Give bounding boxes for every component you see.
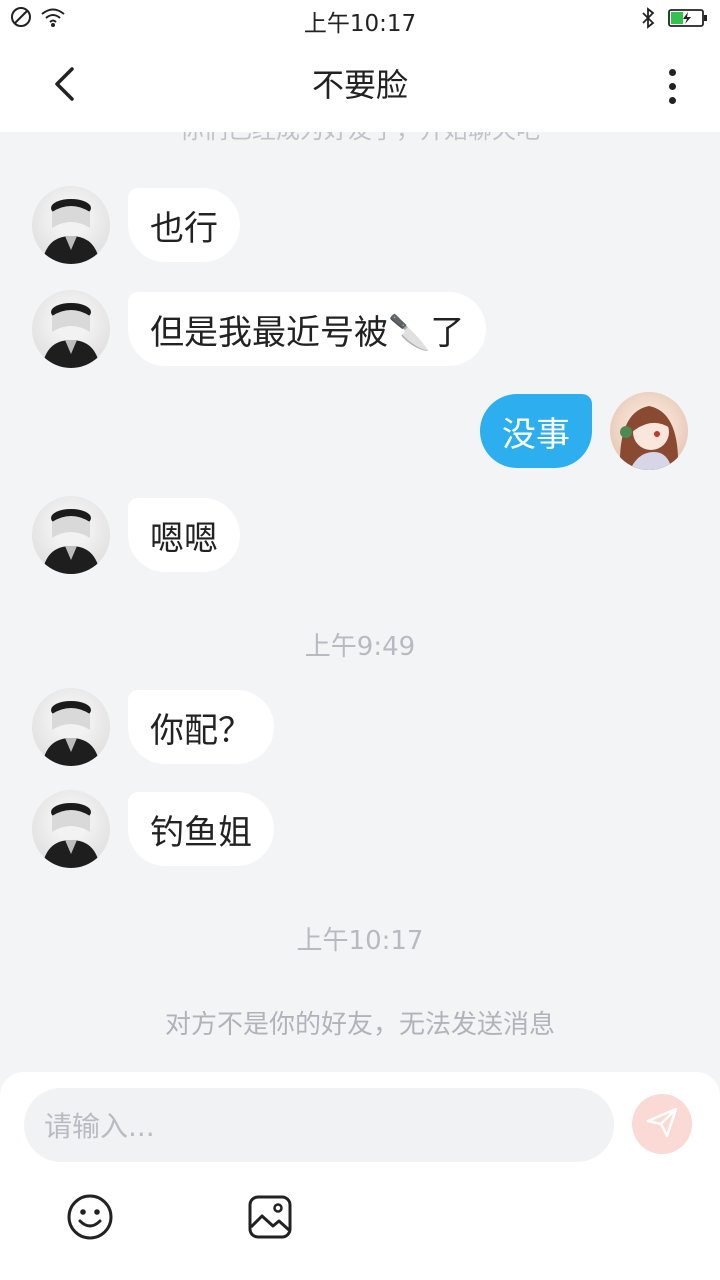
message-row: 嗯嗯 xyxy=(32,496,254,574)
more-dot xyxy=(668,82,676,90)
image-icon xyxy=(247,1194,293,1244)
message-input[interactable]: 请输入... xyxy=(24,1088,614,1162)
system-notice: 对方不是你的好友，无法发送消息 xyxy=(164,1010,555,1040)
my-avatar[interactable] xyxy=(610,392,688,470)
status-time: 上午10:17 xyxy=(303,11,417,37)
contact-avatar[interactable] xyxy=(32,688,110,766)
message-row: 但是我最近号被🔪了 xyxy=(32,290,500,368)
message-row: 也行 xyxy=(32,186,254,264)
message-row: 没事 xyxy=(480,392,688,470)
image-button[interactable] xyxy=(245,1194,295,1244)
input-panel: 请输入... xyxy=(0,1072,720,1280)
more-vertical-icon xyxy=(668,68,676,76)
message-bubble[interactable]: 也行 xyxy=(128,188,240,262)
send-icon xyxy=(645,1105,679,1143)
system-message: 你们已经成为好友了，开始聊天吧 xyxy=(0,132,720,145)
message-bubble[interactable]: 钓鱼姐 xyxy=(128,792,274,866)
contact-avatar[interactable] xyxy=(32,186,110,264)
timestamp: 上午9:49 xyxy=(304,632,416,662)
status-bar: 上午10:17 xyxy=(0,0,720,40)
message-row: 你配？ xyxy=(32,688,288,766)
timestamp: 上午10:17 xyxy=(296,926,424,956)
emoji-button[interactable] xyxy=(65,1194,115,1244)
more-dot xyxy=(668,96,676,104)
bluetooth-icon xyxy=(640,6,656,34)
status-right xyxy=(640,6,708,34)
contact-avatar[interactable] xyxy=(32,290,110,368)
chat-header: 不要脸 xyxy=(0,40,720,132)
smiley-icon xyxy=(66,1193,114,1245)
message-bubble[interactable]: 你配？ xyxy=(128,690,274,764)
message-bubble[interactable]: 没事 xyxy=(480,394,592,468)
chat-title: 不要脸 xyxy=(311,66,408,104)
contact-avatar[interactable] xyxy=(32,496,110,574)
send-button[interactable] xyxy=(632,1094,692,1154)
more-options-button[interactable] xyxy=(648,60,696,112)
battery-charging-icon xyxy=(668,8,708,32)
message-list[interactable]: 你们已经成为好友了，开始聊天吧 也行 但是我最近号被🔪了 没事 嗯嗯 上午9:4… xyxy=(0,132,720,1072)
message-row: 钓鱼姐 xyxy=(32,790,288,868)
contact-avatar[interactable] xyxy=(32,790,110,868)
message-bubble[interactable]: 但是我最近号被🔪了 xyxy=(128,292,487,366)
message-bubble[interactable]: 嗯嗯 xyxy=(128,498,240,572)
